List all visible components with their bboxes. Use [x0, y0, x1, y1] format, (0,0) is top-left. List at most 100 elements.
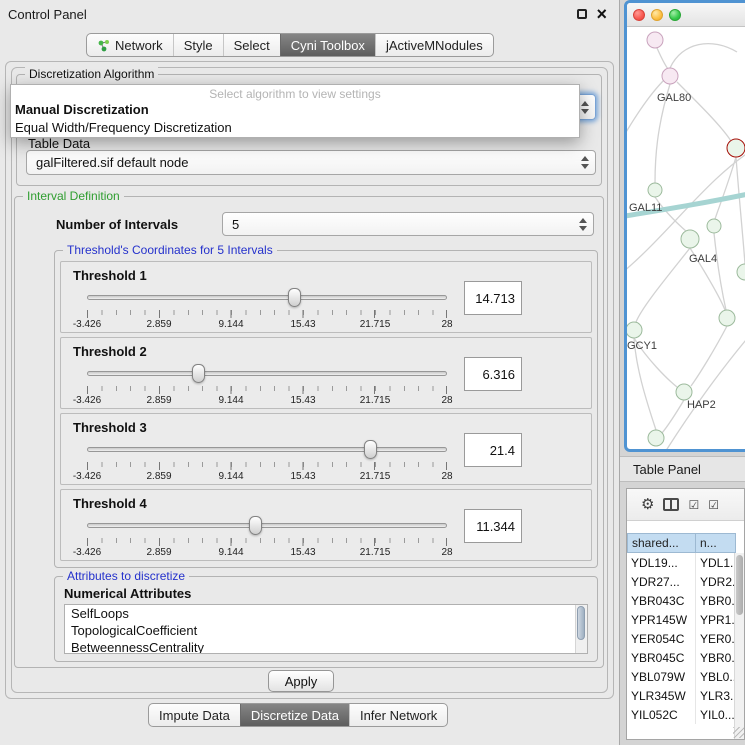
network-node-gcy1[interactable] [627, 322, 642, 338]
table-scrollbar[interactable] [734, 553, 744, 740]
tab-label: Infer Network [360, 708, 437, 723]
tab-label: Network [115, 38, 163, 53]
table-row[interactable]: YIL052CYIL0... [627, 705, 744, 724]
network-node[interactable] [719, 310, 735, 326]
network-node-gal4[interactable] [681, 230, 699, 248]
table-row[interactable]: YDR27...YDR2... [627, 572, 744, 591]
network-node[interactable] [737, 264, 745, 280]
network-node[interactable] [648, 430, 664, 446]
tab-discretize-data[interactable]: Discretize Data [240, 704, 349, 726]
combo-value: 5 [232, 217, 573, 232]
close-icon[interactable]: × [596, 4, 607, 24]
table-row[interactable]: YBL079WYBL0... [627, 667, 744, 686]
network-node-hap2[interactable] [676, 384, 692, 400]
slider-track[interactable] [87, 447, 447, 452]
tab-label: Select [234, 38, 270, 53]
tab-label: Cyni Toolbox [291, 38, 365, 53]
node-label: GAL80 [657, 92, 691, 104]
list-scrollbar[interactable] [575, 605, 587, 653]
close-traffic-light-icon[interactable] [633, 9, 645, 21]
columns-icon[interactable] [663, 498, 679, 511]
dropdown-option-equal-width[interactable]: Equal Width/Frequency Discretization [11, 119, 579, 137]
list-item[interactable]: SelfLoops [65, 605, 587, 622]
number-of-intervals-label: Number of Intervals [56, 217, 178, 232]
numerical-attributes-list[interactable]: SelfLoops TopologicalCoefficient Between… [64, 604, 588, 654]
tab-network[interactable]: Network [87, 34, 173, 56]
slider-thumb[interactable] [249, 516, 262, 535]
select-all-checkbox-icon[interactable]: ☑ [688, 499, 699, 511]
tab-label: jActiveMNodules [386, 38, 483, 53]
gear-icon[interactable]: ⚙ [641, 497, 654, 512]
network-window-titlebar[interactable] [627, 3, 745, 27]
slider-ticks [87, 538, 447, 546]
tab-infer-network[interactable]: Infer Network [349, 704, 447, 726]
threshold-3-slider[interactable]: -3.4262.8599.14415.4321.71528 [87, 438, 447, 482]
node-label: GAL11 [629, 202, 662, 214]
table-row[interactable]: YER054CYER0... [627, 629, 744, 648]
scrollbar-thumb[interactable] [577, 606, 585, 640]
threshold-1-value-field[interactable]: 14.713 [464, 281, 522, 315]
table-row[interactable]: YPR145WYPR1... [627, 610, 744, 629]
table-data-combobox[interactable]: galFiltered.sif default node [26, 150, 596, 175]
resize-grip-icon[interactable] [733, 727, 744, 738]
slider-track[interactable] [87, 523, 447, 528]
zoom-traffic-light-icon[interactable] [669, 9, 681, 21]
threshold-2-value-field[interactable]: 6.316 [464, 357, 522, 391]
tab-label: Discretize Data [251, 708, 339, 723]
tab-cyni-toolbox[interactable]: Cyni Toolbox [280, 34, 375, 56]
group-title: Threshold's Coordinates for 5 Intervals [63, 243, 277, 257]
table-panel-header: Table Panel [620, 456, 745, 482]
network-node[interactable] [647, 32, 663, 48]
network-canvas[interactable]: GAL80 GAL11 GAL4 GCY1 HAP2 [627, 27, 745, 452]
threshold-label: Threshold 4 [73, 496, 147, 511]
apply-button[interactable]: Apply [268, 670, 334, 692]
float-window-icon[interactable] [577, 9, 587, 19]
slider-track[interactable] [87, 371, 447, 376]
threshold-1-slider[interactable]: -3.4262.8599.14415.4321.71528 [87, 286, 447, 330]
selected-network-node[interactable] [727, 139, 745, 157]
slider-thumb[interactable] [192, 364, 205, 383]
slider-scale: -3.4262.8599.14415.4321.71528 [87, 471, 447, 482]
table-header-row: shared... n... [627, 533, 744, 553]
dropdown-option-manual-discretization[interactable]: Manual Discretization [11, 101, 579, 119]
network-node-gal80[interactable] [662, 68, 678, 84]
threshold-4-slider[interactable]: -3.4262.8599.14415.4321.71528 [87, 514, 447, 558]
top-tab-bar: Network Style Select Cyni Toolbox jActiv… [86, 33, 494, 57]
combo-value: galFiltered.sif default node [36, 155, 575, 170]
minimize-traffic-light-icon[interactable] [651, 9, 663, 21]
slider-ticks [87, 310, 447, 318]
network-node[interactable] [648, 183, 662, 197]
list-item[interactable]: BetweennessCentrality [65, 639, 587, 654]
select-none-checkbox-icon[interactable]: ☑ [708, 499, 719, 511]
table-row[interactable]: YBR045CYBR0... [627, 648, 744, 667]
table-row[interactable]: YDL19...YDL1... [627, 553, 744, 572]
slider-thumb[interactable] [288, 288, 301, 307]
tab-impute-data[interactable]: Impute Data [149, 704, 240, 726]
group-title: Interval Definition [23, 189, 124, 203]
panel-title: Control Panel [8, 7, 87, 22]
numerical-attributes-label: Numerical Attributes [64, 586, 191, 601]
network-view-window: GAL80 GAL11 GAL4 GCY1 HAP2 [624, 0, 745, 452]
number-of-intervals-combobox[interactable]: 5 [222, 212, 594, 236]
table-row[interactable]: YBR043CYBR0... [627, 591, 744, 610]
network-node[interactable] [707, 219, 721, 233]
bottom-tab-bar: Impute Data Discretize Data Infer Networ… [148, 703, 448, 727]
slider-thumb[interactable] [364, 440, 377, 459]
slider-track[interactable] [87, 295, 447, 300]
scrollbar-thumb[interactable] [736, 555, 743, 615]
tab-jactivemnodules[interactable]: jActiveMNodules [375, 34, 493, 56]
tab-label: Impute Data [159, 708, 230, 723]
threshold-label: Threshold 1 [73, 268, 147, 283]
threshold-4-value-field[interactable]: 11.344 [464, 509, 522, 543]
tab-select[interactable]: Select [223, 34, 280, 56]
threshold-3-value-field[interactable]: 21.4 [464, 433, 522, 467]
slider-scale: -3.4262.8599.14415.4321.71528 [87, 395, 447, 406]
threshold-2-slider[interactable]: -3.4262.8599.14415.4321.71528 [87, 362, 447, 406]
slider-scale: -3.4262.8599.14415.4321.71528 [87, 319, 447, 330]
list-item[interactable]: TopologicalCoefficient [65, 622, 587, 639]
column-header-name[interactable]: n... [696, 533, 736, 553]
table-row[interactable]: YLR345WYLR3... [627, 686, 744, 705]
tab-style[interactable]: Style [173, 34, 223, 56]
node-label: HAP2 [687, 399, 716, 411]
column-header-shared-name[interactable]: shared... [627, 533, 696, 553]
